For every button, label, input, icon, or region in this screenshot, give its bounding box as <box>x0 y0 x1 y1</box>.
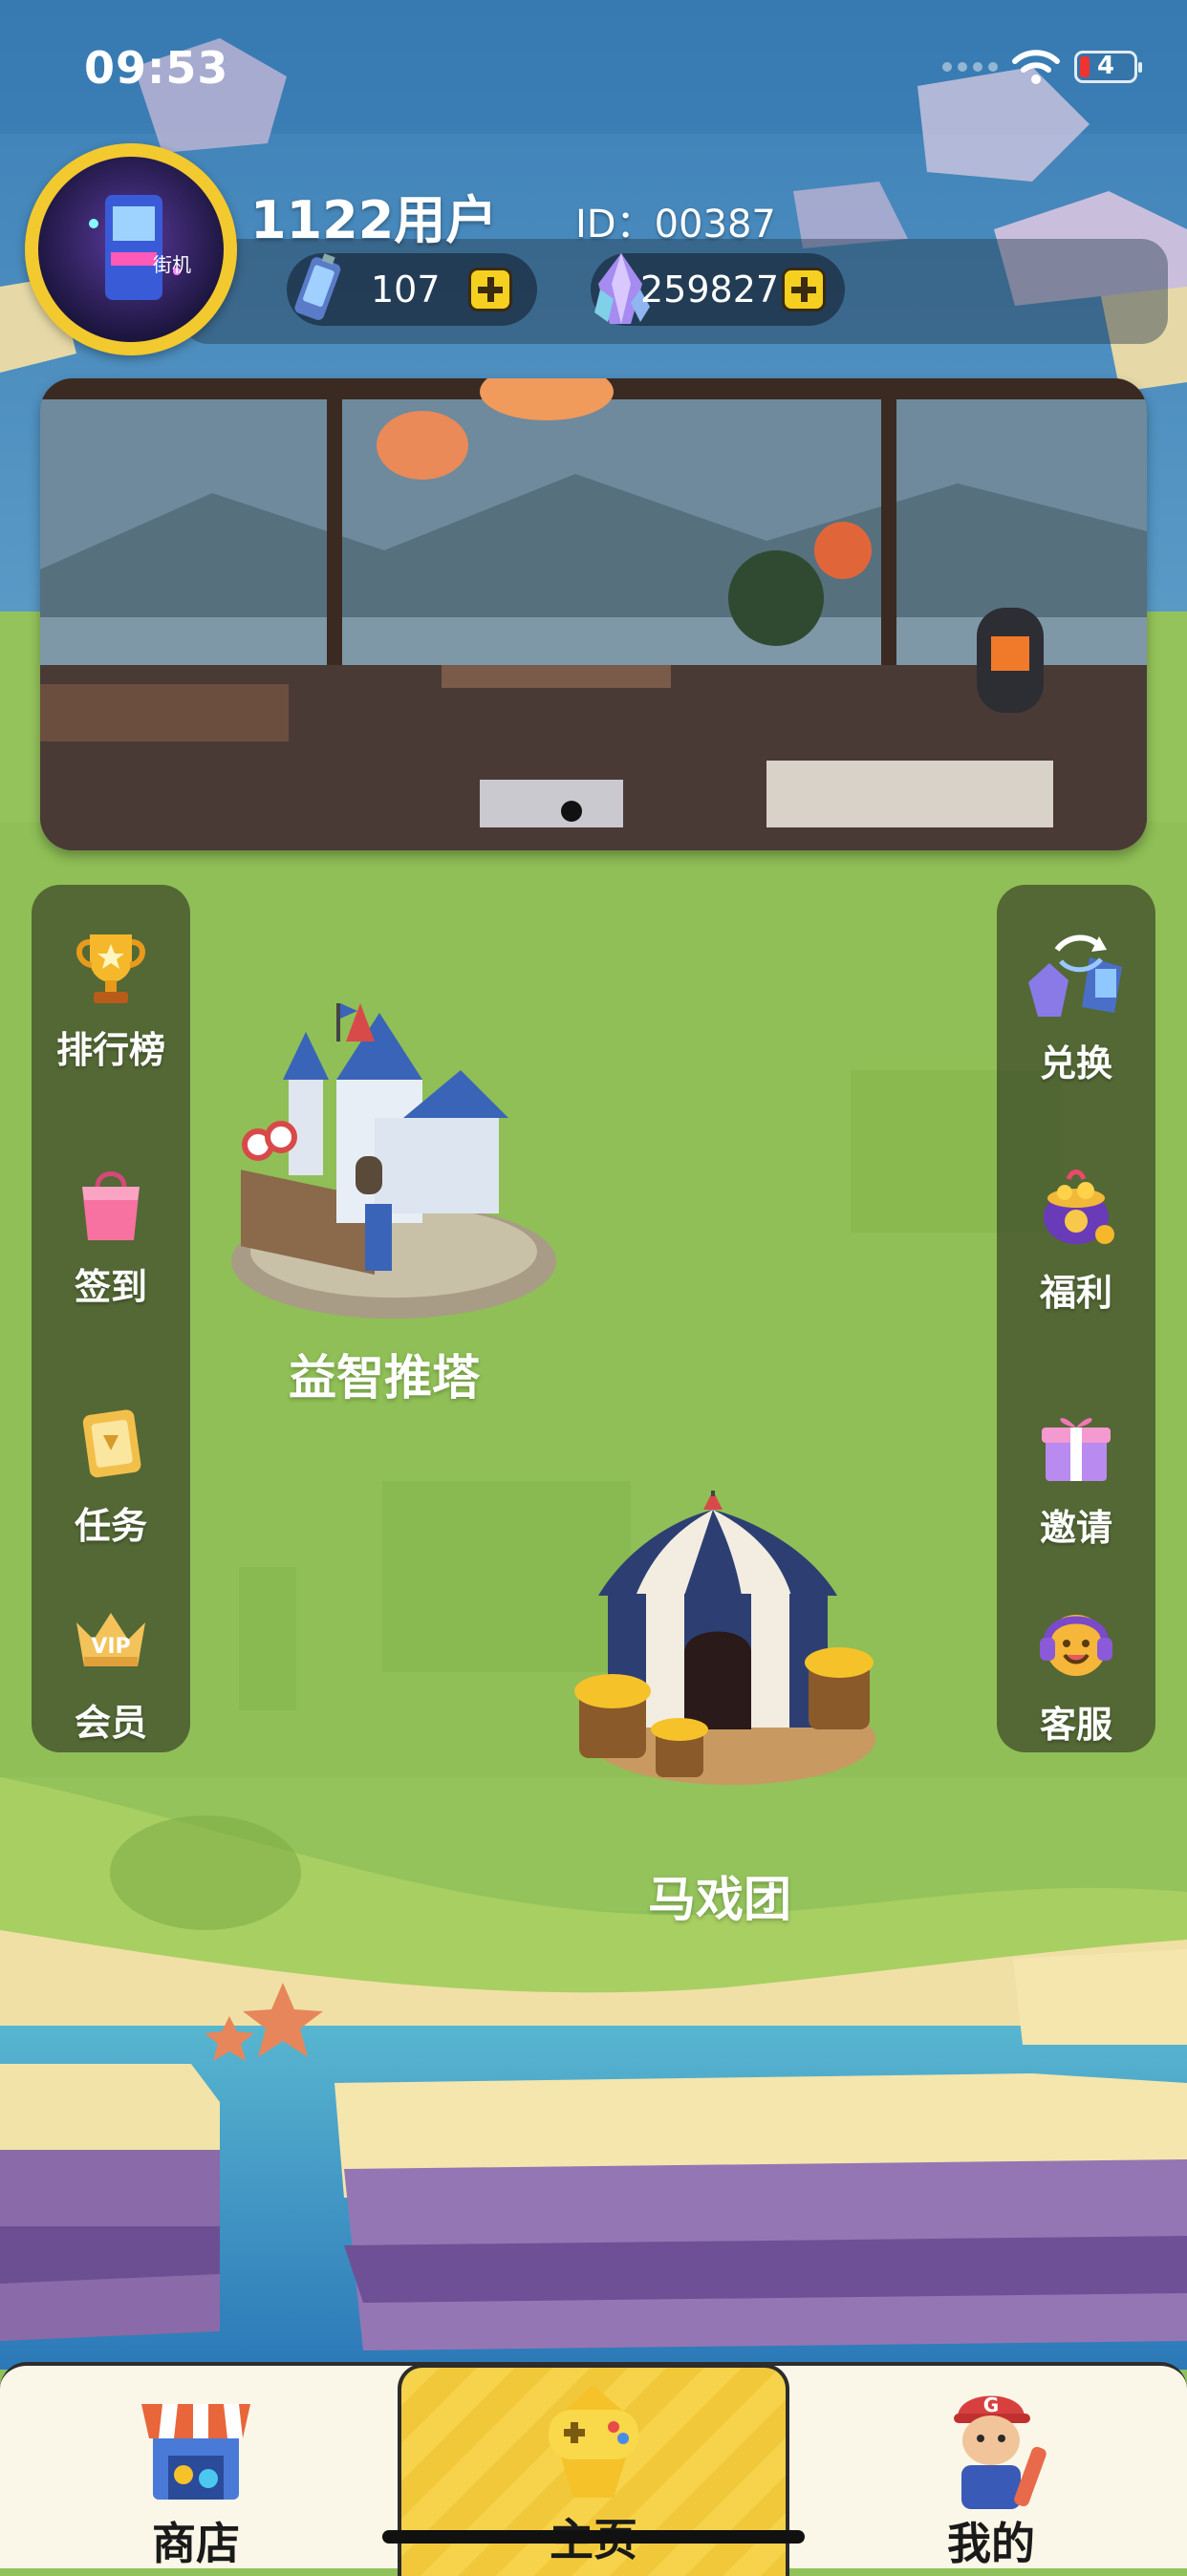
gift-box-icon <box>1042 1418 1111 1481</box>
battery-level: 4 <box>1096 52 1115 80</box>
menu-item-exchange[interactable]: 兑换 <box>997 925 1155 1086</box>
banner-image <box>40 378 1147 850</box>
username: 1122用户 <box>250 190 498 250</box>
banner-carousel[interactable] <box>40 378 1147 850</box>
menu-label-support: 客服 <box>1039 1704 1112 1746</box>
menu-label-exchange: 兑换 <box>1039 1042 1112 1084</box>
castle-icon <box>231 1003 556 1319</box>
svg-text:VIP: VIP <box>91 1635 130 1659</box>
menu-label-checkin: 签到 <box>74 1266 147 1308</box>
character-icon: G <box>954 2394 1047 2509</box>
shop-icon <box>141 2404 250 2500</box>
arcade-avatar-icon: 街机 <box>38 157 224 342</box>
trophy-icon <box>76 934 145 1003</box>
avatar[interactable]: 街机 <box>25 143 237 355</box>
signal-icon <box>942 62 998 72</box>
menu-label-leaderboard: 排行榜 <box>55 1029 165 1071</box>
gift-pot-icon <box>1044 1170 1114 1244</box>
gamepad-icon <box>549 2385 638 2498</box>
vip-crown-icon: VIP <box>76 1613 145 1666</box>
menu-item-support[interactable]: 客服 <box>997 1596 1155 1748</box>
menu-label-invite: 邀请 <box>1039 1507 1112 1549</box>
status-icons: 4 <box>942 48 1142 86</box>
energy-value: 107 <box>371 268 441 311</box>
menu-item-vip[interactable]: VIP 会员 <box>32 1594 190 1746</box>
menu-item-tasks[interactable]: 任务 <box>32 1397 190 1549</box>
game-circus[interactable] <box>570 1485 885 1806</box>
menu-item-checkin[interactable]: 签到 <box>32 1158 190 1310</box>
menu-label-tasks: 任务 <box>74 1505 147 1547</box>
circus-tent-icon <box>574 1485 875 1785</box>
gem-value: 259827 <box>640 268 780 311</box>
game-tower-push[interactable] <box>222 975 566 1328</box>
tab-home[interactable]: 主页 <box>398 2364 789 2576</box>
wifi-icon <box>1012 50 1060 84</box>
banner-page-indicator <box>561 801 582 822</box>
battery-icon: 4 <box>1074 51 1142 83</box>
tab-shop[interactable]: 商店 <box>0 2372 392 2569</box>
task-book-icon <box>82 1409 141 1478</box>
home-indicator <box>382 2530 805 2544</box>
exchange-icon <box>1028 934 1122 1017</box>
svg-text:G: G <box>983 2394 999 2416</box>
tab-profile-label: 我的 <box>947 2518 1035 2569</box>
menu-item-leaderboard[interactable]: 排行榜 <box>32 921 190 1073</box>
add-gem-button[interactable] <box>782 268 826 311</box>
right-menu-panel: 兑换 福利 邀请 客服 <box>997 885 1155 1752</box>
energy-counter: 107 <box>287 253 537 326</box>
headset-icon <box>1040 1615 1112 1676</box>
tab-shop-label: 商店 <box>152 2518 240 2569</box>
gem-counter: 259827 <box>591 253 845 326</box>
menu-item-welfare[interactable]: 福利 <box>997 1164 1155 1316</box>
energy-battery-icon <box>294 253 341 320</box>
menu-label-vip: 会员 <box>74 1702 147 1744</box>
add-energy-button[interactable] <box>468 268 512 311</box>
left-menu-panel: 排行榜 签到 任务 VIP 会员 <box>32 885 190 1752</box>
tab-profile[interactable]: G 我的 <box>795 2372 1187 2569</box>
svg-text:街机: 街机 <box>153 253 191 276</box>
shopping-bag-icon <box>82 1171 140 1240</box>
user-id: ID：00387 <box>575 203 776 247</box>
status-time: 09:53 <box>84 42 229 94</box>
game-label-tower-push: 益智推塔 <box>289 1350 480 1406</box>
menu-label-welfare: 福利 <box>1039 1272 1112 1314</box>
menu-item-invite[interactable]: 邀请 <box>997 1399 1155 1551</box>
game-label-circus: 马戏团 <box>648 1872 791 1927</box>
